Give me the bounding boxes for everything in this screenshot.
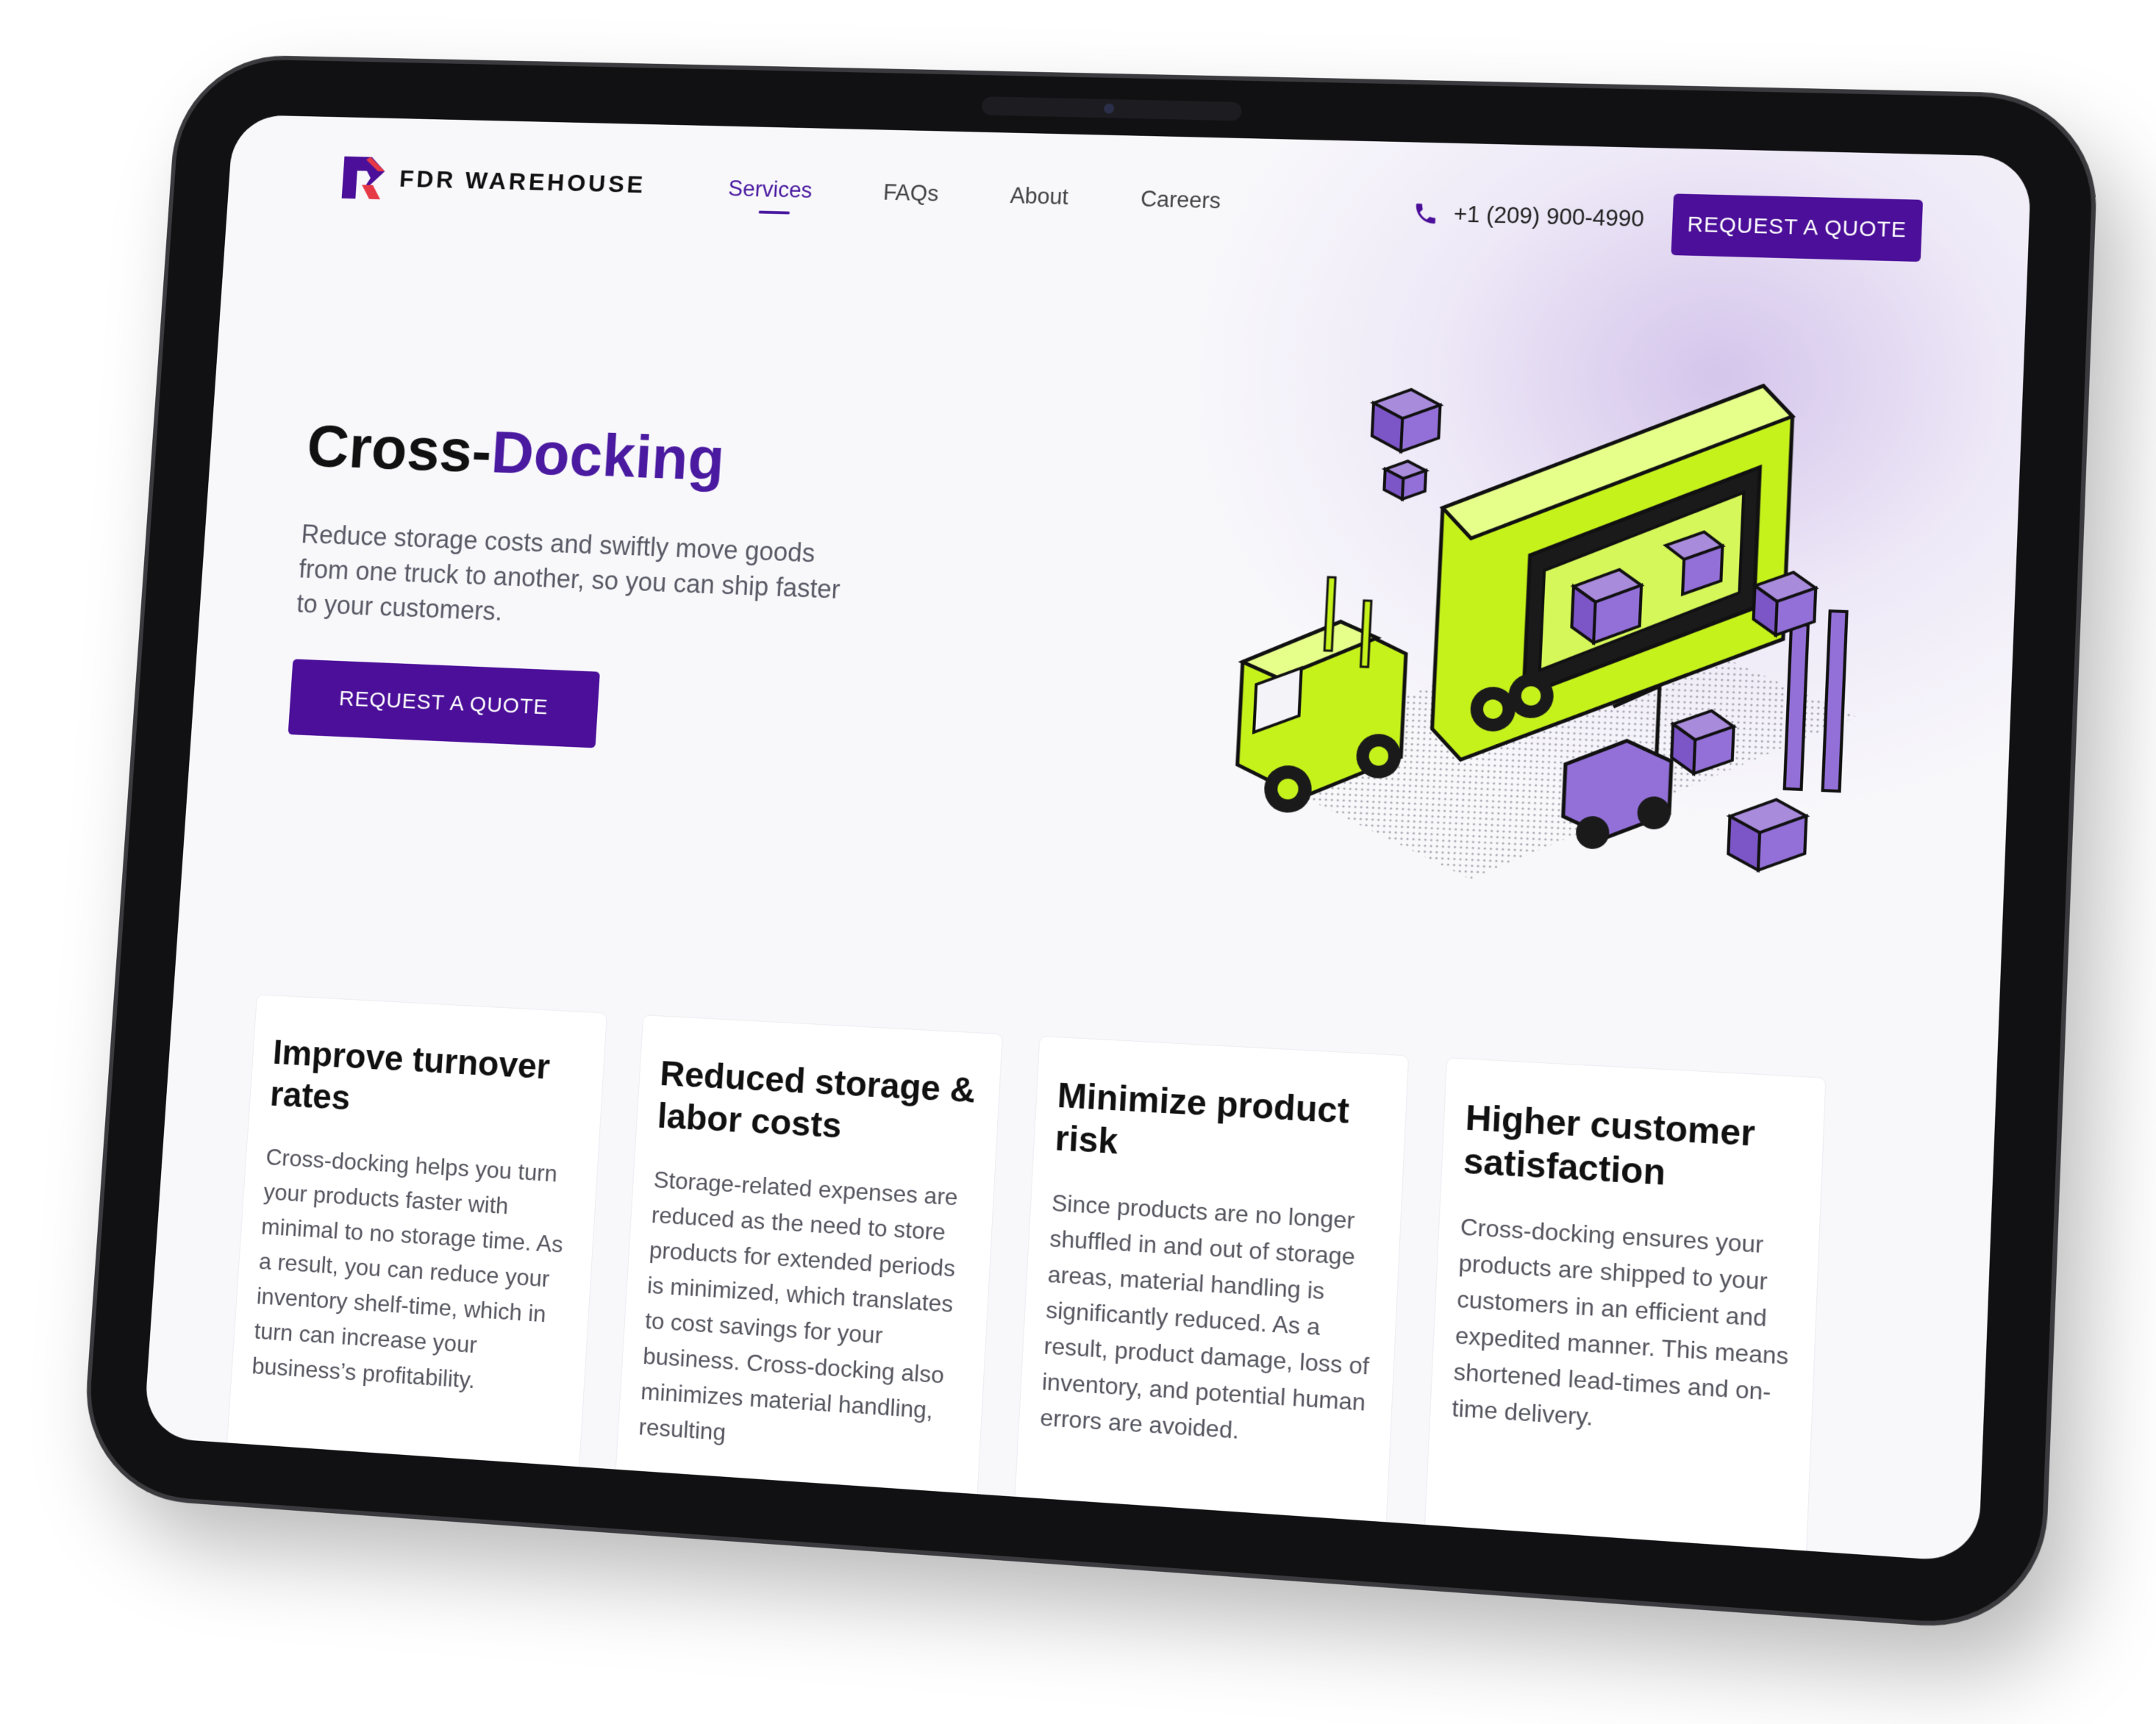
nav-item-faqs[interactable]: FAQs — [882, 179, 939, 207]
hero-request-quote-button[interactable]: REQUEST A QUOTE — [288, 659, 600, 748]
benefit-card: Improve turnover rates Cross-docking hel… — [222, 994, 608, 1526]
cross-docking-illustration — [1202, 355, 1901, 914]
card-title: Reduced storage & labor costs — [656, 1054, 977, 1146]
card-title: Improve turnover rates — [268, 1033, 552, 1118]
phone-icon — [1412, 200, 1440, 226]
nav-item-careers[interactable]: Careers — [1140, 186, 1221, 214]
benefit-card: Minimize product risk Since products are… — [1011, 1035, 1410, 1563]
page-title: Cross-Docking — [305, 411, 727, 494]
nav-item-services[interactable]: Services — [727, 176, 813, 204]
main-nav: Services FAQs About Careers — [727, 176, 1221, 214]
logo-text: FDR WAREHOUSE — [399, 165, 647, 198]
card-title: Minimize product risk — [1054, 1076, 1351, 1162]
stage: FDR WAREHOUSE Services FAQs About Career… — [0, 0, 2156, 1724]
fdr-logo-icon — [338, 152, 390, 204]
card-body: Since products are no longer shuffled in… — [1039, 1189, 1370, 1445]
header-request-quote-button[interactable]: REQUEST A QUOTE — [1671, 193, 1924, 262]
card-body: Storage-related expenses are reduced as … — [638, 1166, 959, 1446]
card-body: Cross-docking helps you turn your produc… — [251, 1143, 564, 1394]
phone-number: +1 (209) 900-4990 — [1453, 201, 1645, 232]
tablet-device-frame: FDR WAREHOUSE Services FAQs About Career… — [83, 57, 2096, 1629]
phone-link[interactable]: +1 (209) 900-4990 — [1412, 200, 1645, 232]
logo[interactable]: FDR WAREHOUSE — [338, 152, 647, 210]
title-part-2: Docking — [489, 418, 727, 493]
benefit-card: Reduced storage & labor costs Storage-re… — [611, 1015, 1003, 1554]
card-body: Cross-docking ensures your products are … — [1451, 1213, 1790, 1431]
benefit-card: Higher customer satisfaction Cross-docki… — [1421, 1057, 1827, 1563]
site-header: FDR WAREHOUSE Services FAQs About Career… — [224, 115, 2032, 305]
card-title: Higher customer satisfaction — [1462, 1098, 1756, 1193]
benefit-cards: Improve turnover rates Cross-docking hel… — [222, 994, 1827, 1563]
title-part-1: Cross- — [304, 412, 494, 485]
hero-subtitle: Reduce storage costs and swiftly move go… — [296, 519, 841, 626]
tablet-screen: FDR WAREHOUSE Services FAQs About Career… — [143, 114, 2032, 1563]
nav-item-about[interactable]: About — [1010, 183, 1069, 210]
